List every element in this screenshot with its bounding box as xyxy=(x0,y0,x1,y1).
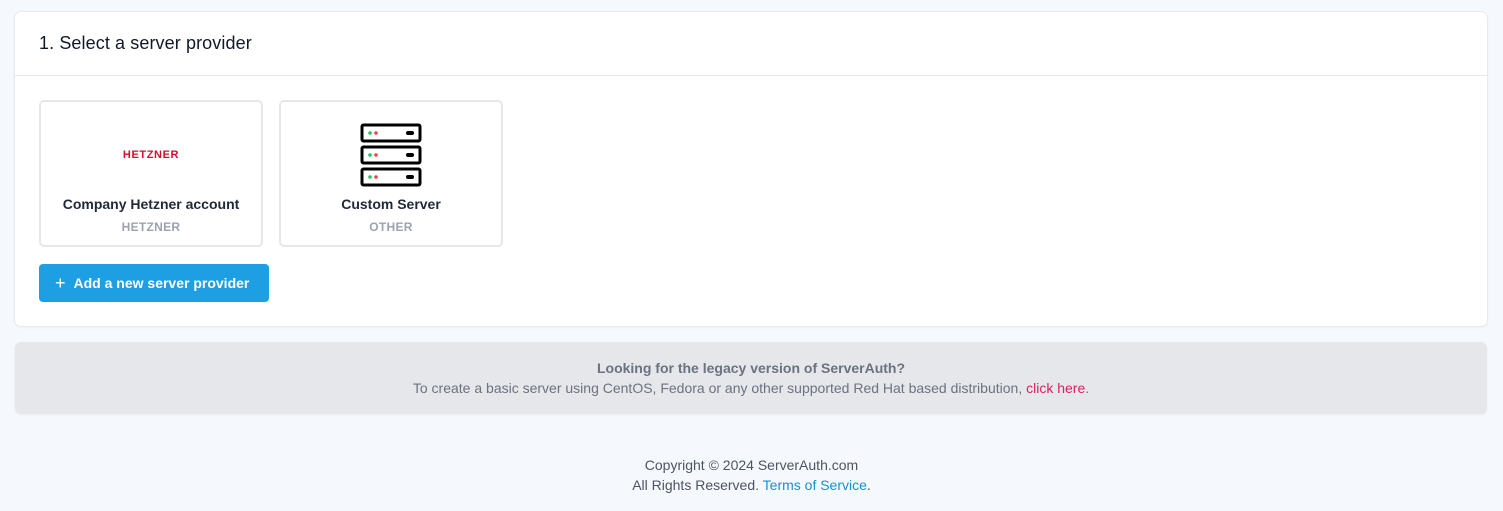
provider-type: OTHER xyxy=(369,220,413,234)
provider-hetzner[interactable]: HETZNER Company Hetzner account HETZNER xyxy=(39,100,263,247)
provider-list: HETZNER Company Hetzner account HETZNER xyxy=(39,100,503,247)
server-rack-icon xyxy=(281,122,501,188)
footer: Copyright © 2024 ServerAuth.com All Righ… xyxy=(0,455,1503,495)
provider-custom-server[interactable]: Custom Server OTHER xyxy=(279,100,503,247)
provider-type: HETZNER xyxy=(121,220,181,234)
provider-card: 1. Select a server provider HETZNER Comp… xyxy=(15,12,1487,326)
plus-icon: + xyxy=(55,272,66,293)
legacy-text: To create a basic server using CentOS, F… xyxy=(412,380,1027,396)
section-title: 1. Select a server provider xyxy=(39,33,252,53)
add-server-provider-button[interactable]: + Add a new server provider xyxy=(39,264,269,302)
terms-of-service-link[interactable]: Terms of Service xyxy=(763,477,867,493)
footer-period: . xyxy=(866,477,871,493)
provider-name: Company Hetzner account xyxy=(62,196,240,212)
footer-rights-line: All Rights Reserved. Terms of Service. xyxy=(0,475,1503,495)
footer-copyright: Copyright © 2024 ServerAuth.com xyxy=(644,457,859,473)
hetzner-logo: HETZNER xyxy=(122,149,180,161)
footer-rights: All Rights Reserved. xyxy=(632,477,763,493)
legacy-click-here-link[interactable]: click here xyxy=(1026,380,1085,396)
legacy-period: . xyxy=(1085,380,1090,396)
card-header: 1. Select a server provider xyxy=(15,12,1487,76)
legacy-title: Looking for the legacy version of Server… xyxy=(596,360,906,376)
legacy-notice: Looking for the legacy version of Server… xyxy=(15,342,1487,414)
legacy-text-line: To create a basic server using CentOS, F… xyxy=(15,380,1487,396)
add-button-label: Add a new server provider xyxy=(73,275,250,291)
provider-name: Custom Server xyxy=(341,196,441,212)
